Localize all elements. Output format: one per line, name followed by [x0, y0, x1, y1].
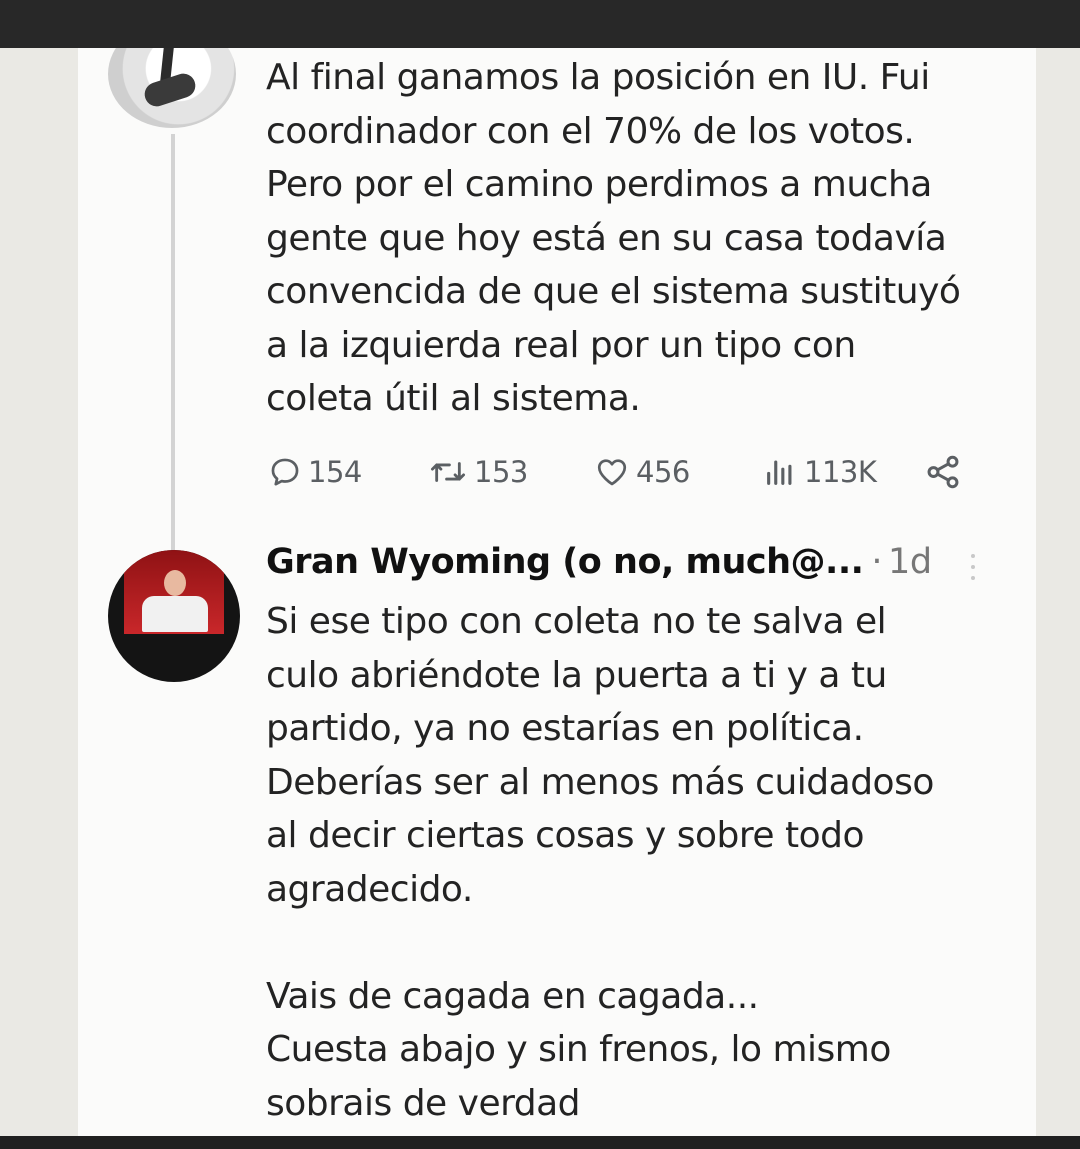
tweet-1-actions: 154 153 456 113K — [268, 450, 988, 494]
more-dot — [971, 576, 975, 580]
retweet-button[interactable]: 153 — [428, 450, 528, 494]
like-button[interactable]: 456 — [594, 450, 690, 494]
avatar-detail — [142, 596, 208, 632]
avatar-detail — [164, 570, 186, 596]
tweet-thread-card: Al final ganamos la posición en IU. Fui … — [78, 48, 1036, 1136]
views-icon — [767, 460, 792, 485]
timestamp[interactable]: 1d — [888, 542, 932, 582]
top-frame-bar — [0, 0, 1080, 48]
tweet-2-text: Si ese tipo con coleta no te salva el cu… — [266, 601, 934, 1124]
reply-icon — [271, 458, 299, 486]
like-count: 456 — [636, 455, 690, 489]
header-separator: · — [871, 542, 883, 582]
avatar-gran-wyoming[interactable] — [108, 550, 240, 682]
views-button[interactable]: 113K — [762, 450, 877, 494]
thread-connector-line — [171, 134, 175, 586]
more-dot — [971, 554, 975, 558]
heart-icon — [597, 459, 627, 486]
author-name[interactable]: Gran Wyoming (o no, much@... — [266, 542, 864, 582]
views-count: 113K — [804, 455, 877, 489]
left-margin — [0, 48, 78, 1136]
right-margin — [1036, 48, 1080, 1136]
reply-count: 154 — [308, 455, 362, 489]
more-icon[interactable] — [970, 554, 976, 584]
retweet-count: 153 — [474, 455, 528, 489]
bottom-frame-bar — [0, 1136, 1080, 1149]
share-button[interactable] — [924, 450, 962, 494]
retweet-icon — [431, 462, 466, 482]
tweet-2-header: Gran Wyoming (o no, much@... · 1d — [266, 542, 932, 592]
tweet-1-text: Al final ganamos la posición en IU. Fui … — [266, 57, 961, 419]
more-dot — [971, 565, 975, 569]
reply-button[interactable]: 154 — [268, 450, 362, 494]
avatar-user-1[interactable] — [108, 48, 236, 128]
share-icon — [927, 455, 959, 489]
avatar-detail — [141, 70, 199, 110]
